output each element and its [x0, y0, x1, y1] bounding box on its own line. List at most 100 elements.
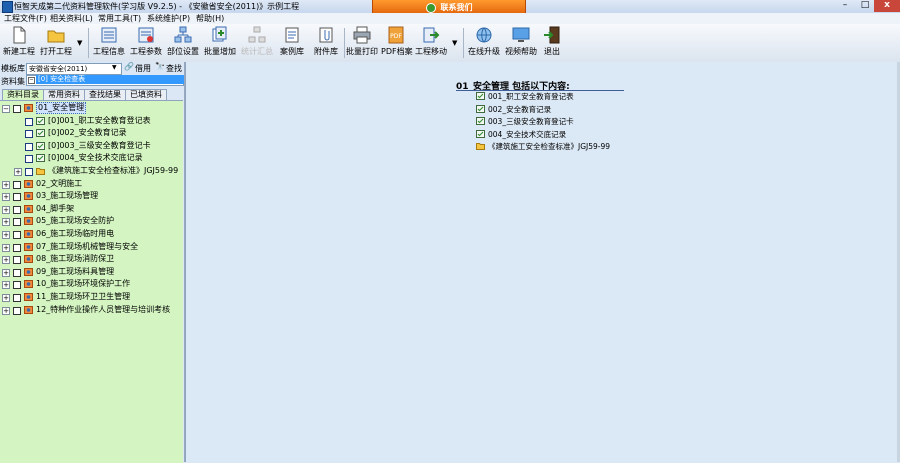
expand-icon[interactable]: + — [2, 281, 10, 290]
maximize-button[interactable]: □ — [854, 0, 876, 12]
batch-print-button[interactable]: 批量打印 — [346, 26, 378, 60]
case-library-button[interactable]: 案例库 — [277, 26, 307, 60]
tree-checkbox[interactable] — [13, 218, 21, 227]
content-item-label: 《建筑施工安全检查标准》JGJ59-99 — [488, 142, 611, 152]
expand-icon[interactable]: + — [2, 243, 10, 252]
tree-item-label: 12_特种作业操作人员管理与培训考核 — [36, 304, 171, 314]
expand-icon[interactable]: + — [2, 294, 10, 302]
expand-icon[interactable]: + — [2, 193, 10, 202]
tree-group-item[interactable]: +06_施工现场临时用电 — [0, 228, 183, 240]
tab-filled-data[interactable]: 已填资料 — [125, 89, 167, 100]
template-select[interactable]: 安徽省安全(2011) — [26, 63, 122, 75]
new-project-button[interactable]: 新建工程 — [3, 26, 35, 60]
folder-icon — [476, 142, 485, 151]
tree-group-item[interactable]: +02_文明施工 — [0, 178, 183, 190]
dataset-collapse-icon[interactable]: − — [28, 77, 35, 84]
tree-group-item[interactable]: +07_施工现场机械管理与安全 — [0, 241, 183, 253]
toolbar: 新建工程 打开工程 ▼ 工程信息 工程参数 部位设置 批量增加 统计汇总 案例库… — [0, 24, 900, 63]
dataset-selected-item[interactable]: [0] 安全检查表 — [36, 75, 184, 84]
tree-checkbox[interactable] — [25, 168, 33, 176]
expand-icon[interactable]: + — [2, 205, 10, 214]
tree-checkbox[interactable] — [13, 294, 21, 302]
expand-icon[interactable]: + — [2, 180, 10, 189]
project-move-button[interactable]: 工程移动 — [414, 26, 448, 60]
title-bar: 恒智天成第二代资料管理软件(学习版 V9.2.5) - 《安徽省安全(2011)… — [0, 0, 900, 16]
pdf-archive-button[interactable]: PDF PDF档案 — [381, 26, 413, 60]
tree-checkbox[interactable] — [13, 256, 21, 265]
expand-icon[interactable]: + — [2, 256, 10, 265]
expand-icon[interactable]: + — [14, 168, 22, 176]
tree-item-label: [0]002_安全教育记录 — [48, 128, 127, 138]
tree-item-label: 02_文明施工 — [36, 178, 83, 188]
tree-leaf-item[interactable]: [0]003_三级安全教育登记卡 — [0, 140, 183, 152]
tree-checkbox[interactable] — [25, 142, 33, 151]
tree-checkbox[interactable] — [13, 306, 21, 315]
summary-button[interactable]: 统计汇总 — [240, 26, 274, 60]
project-move-label: 工程移动 — [415, 47, 447, 56]
tree-group-item[interactable]: +05_施工现场安全防护 — [0, 215, 183, 227]
document-icon — [36, 141, 45, 150]
expand-icon[interactable]: + — [2, 306, 10, 315]
minimize-button[interactable]: – — [834, 0, 856, 12]
batch-add-button[interactable]: 批量增加 — [203, 26, 237, 60]
tree-item-label: 06_施工现场临时用电 — [36, 229, 115, 238]
open-project-dropdown-icon[interactable]: ▼ — [77, 39, 82, 47]
tree-checkbox[interactable] — [13, 231, 21, 239]
video-help-button[interactable]: 视频帮助 — [504, 26, 538, 60]
collapse-icon[interactable]: − — [2, 105, 10, 113]
borrow-button[interactable]: 借用 — [135, 63, 151, 74]
tab-search-results[interactable]: 查找结果 — [84, 89, 126, 100]
tree-leaf-item[interactable]: [0]002_安全教育记录 — [0, 127, 183, 139]
attachment-library-icon — [319, 27, 333, 43]
tree-group-item[interactable]: +11_施工现场环卫卫生管理 — [0, 291, 183, 303]
project-params-button[interactable]: 工程参数 — [129, 26, 163, 60]
tree-checkbox[interactable] — [13, 205, 21, 214]
close-button[interactable]: x — [874, 0, 900, 12]
tree-checkbox[interactable] — [13, 281, 21, 290]
content-item-label: 001_职工安全教育登记表 — [488, 92, 574, 101]
printer-icon — [353, 26, 371, 44]
toolbar-separator — [344, 28, 345, 58]
expand-icon[interactable]: + — [2, 218, 10, 227]
exit-button[interactable]: 退出 — [540, 26, 564, 60]
unit-settings-button[interactable]: 部位设置 — [166, 26, 200, 60]
tree-group-item[interactable]: +10_施工现场环境保护工作 — [0, 278, 183, 290]
category-icon — [24, 204, 33, 213]
tree-group-item[interactable]: +04_脚手架 — [0, 203, 183, 215]
chevron-down-icon[interactable]: ▼ — [112, 64, 117, 71]
tree-group-item[interactable]: − 01_安全管理 — [0, 102, 183, 114]
tree-checkbox[interactable] — [13, 243, 21, 252]
project-info-icon — [101, 27, 117, 43]
project-move-dropdown-icon[interactable]: ▼ — [452, 39, 457, 47]
open-project-button[interactable]: 打开工程 — [40, 26, 72, 60]
online-upgrade-button[interactable]: 在线升级 — [467, 26, 501, 60]
exit-label: 退出 — [544, 47, 560, 56]
tree-checkbox[interactable] — [25, 130, 33, 139]
tree-checkbox[interactable] — [13, 180, 21, 189]
category-icon — [24, 104, 33, 112]
tree-group-item[interactable]: +03_施工现场管理 — [0, 190, 183, 202]
project-info-button[interactable]: 工程信息 — [92, 26, 126, 60]
attachment-library-button[interactable]: 附件库 — [309, 26, 343, 60]
batch-add-label: 批量增加 — [204, 47, 236, 56]
expand-icon[interactable]: + — [2, 231, 10, 239]
category-icon — [24, 217, 33, 226]
tree-checkbox[interactable] — [13, 105, 21, 113]
tree-group-item[interactable]: +08_施工现场消防保卫 — [0, 253, 183, 265]
tab-common-data[interactable]: 常用资料 — [43, 89, 85, 100]
tree-leaf-item[interactable]: [0]001_职工安全教育登记表 — [0, 115, 183, 127]
template-label: 模板库 — [1, 64, 25, 73]
tree-checkbox[interactable] — [25, 117, 33, 126]
tree-group-item[interactable]: +09_施工现场料具管理 — [0, 266, 183, 278]
tree-folder-item[interactable]: + 《建筑施工安全检查标准》JGJ59-99 — [0, 165, 183, 177]
tree-group-item[interactable]: +12_特种作业操作人员管理与培训考核 — [0, 304, 183, 316]
expand-icon[interactable]: + — [2, 268, 10, 277]
tree-checkbox[interactable] — [13, 193, 21, 202]
find-button[interactable]: 查找 — [166, 63, 182, 74]
content-item-label: 002_安全教育记录 — [488, 104, 552, 114]
tree-checkbox[interactable] — [13, 268, 21, 277]
tree-checkbox[interactable] — [25, 155, 33, 164]
tree-leaf-item[interactable]: [0]004_安全技术交底记录 — [0, 152, 183, 164]
batch-add-icon — [212, 26, 227, 42]
tree-item-label: 07_施工现场机械管理与安全 — [36, 241, 139, 251]
